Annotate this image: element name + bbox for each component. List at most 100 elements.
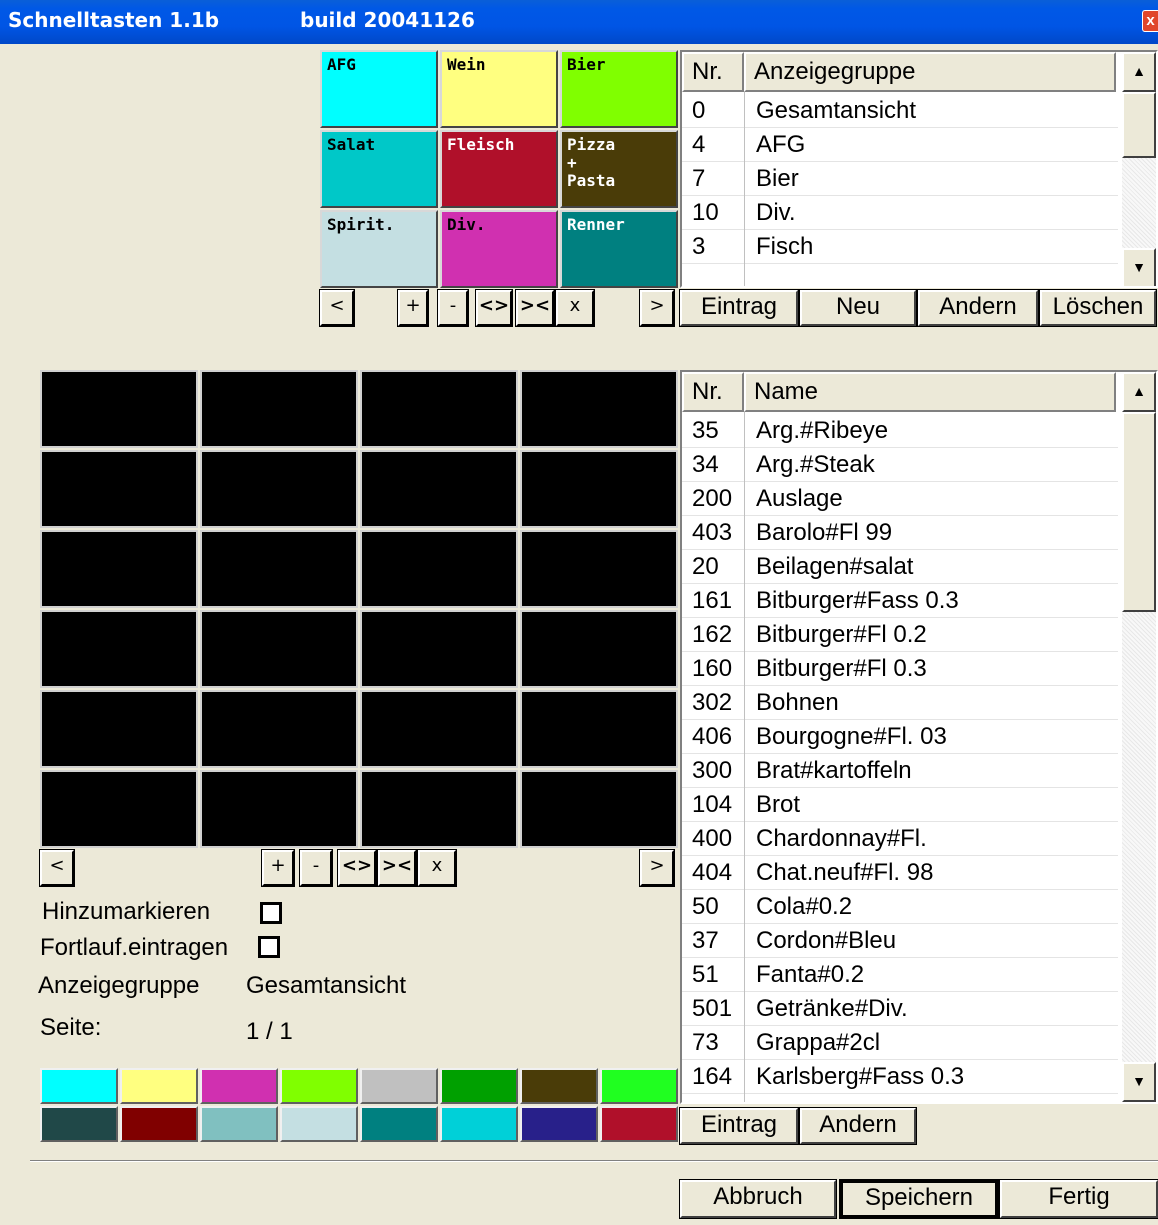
color-swatch[interactable] bbox=[120, 1068, 198, 1104]
group-entry-button[interactable]: Eintrag bbox=[679, 289, 799, 327]
item-edit-button[interactable]: Andern bbox=[799, 1107, 917, 1145]
list-item[interactable]: 302 Bohnen bbox=[682, 686, 1118, 720]
group-widen-button[interactable]: <> bbox=[475, 289, 513, 327]
group-button[interactable]: Renner bbox=[560, 210, 678, 288]
quick-key-cell[interactable] bbox=[360, 690, 518, 768]
group-prev-button[interactable]: < bbox=[319, 289, 355, 327]
scroll-down-icon[interactable]: ▼ bbox=[1122, 1062, 1156, 1102]
list-item[interactable]: 403 Barolo#Fl 99 bbox=[682, 516, 1118, 550]
quick-key-cell[interactable] bbox=[360, 530, 518, 608]
color-swatch[interactable] bbox=[600, 1106, 678, 1142]
color-swatch[interactable] bbox=[600, 1068, 678, 1104]
group-button[interactable]: Spirit. bbox=[320, 210, 438, 288]
list-item[interactable]: 3 Fisch bbox=[682, 230, 1118, 264]
list-item[interactable]: 50 Cola#0.2 bbox=[682, 890, 1118, 924]
list-item[interactable]: 164 Karlsberg#Fass 0.3 bbox=[682, 1060, 1118, 1094]
save-button[interactable]: Speichern bbox=[839, 1179, 999, 1219]
quick-key-cell[interactable] bbox=[520, 370, 678, 448]
quick-key-cell[interactable] bbox=[520, 690, 678, 768]
group-button[interactable]: AFG bbox=[320, 50, 438, 128]
list-item[interactable]: 404 Chat.neuf#Fl. 98 bbox=[682, 856, 1118, 890]
group-add-button[interactable]: + bbox=[397, 289, 429, 327]
group-button[interactable]: Bier bbox=[560, 50, 678, 128]
list-item[interactable]: 7 Bier bbox=[682, 162, 1118, 196]
cancel-button[interactable]: Abbruch bbox=[679, 1179, 837, 1219]
list-item[interactable]: 406 Bourgogne#Fl. 03 bbox=[682, 720, 1118, 754]
scroll-down-icon[interactable]: ▼ bbox=[1122, 248, 1156, 286]
quick-key-cell[interactable] bbox=[200, 690, 358, 768]
list-item[interactable]: 160 Bitburger#Fl 0.3 bbox=[682, 652, 1118, 686]
grid-delete-button[interactable]: x bbox=[417, 849, 457, 887]
close-button[interactable]: x bbox=[1142, 10, 1158, 32]
group-remove-button[interactable]: - bbox=[437, 289, 469, 327]
list-item[interactable]: 37 Cordon#Bleu bbox=[682, 924, 1118, 958]
color-swatch[interactable] bbox=[520, 1068, 598, 1104]
item-list[interactable]: Nr. Name 35 Arg.#Ribeye 34 Arg.#Steak 200 Aus… bbox=[680, 370, 1158, 1104]
group-list[interactable]: Nr. Anzeigegruppe 0 Gesamtansicht 4 AFG 7 Bie… bbox=[680, 50, 1158, 288]
continuous-checkbox[interactable] bbox=[258, 936, 280, 958]
group-list-scrollbar[interactable]: ▲ ▼ bbox=[1122, 52, 1156, 286]
group-button[interactable]: Salat bbox=[320, 130, 438, 208]
quick-key-cell[interactable] bbox=[200, 530, 358, 608]
list-item[interactable]: 400 Chardonnay#Fl. bbox=[682, 822, 1118, 856]
color-swatch[interactable] bbox=[120, 1106, 198, 1142]
mark-checkbox[interactable] bbox=[260, 902, 282, 924]
list-item[interactable]: 51 Fanta#0.2 bbox=[682, 958, 1118, 992]
list-item[interactable]: 34 Arg.#Steak bbox=[682, 448, 1118, 482]
quick-key-cell[interactable] bbox=[360, 770, 518, 848]
quick-key-cell[interactable] bbox=[200, 370, 358, 448]
scroll-thumb[interactable] bbox=[1122, 412, 1156, 612]
quick-key-cell[interactable] bbox=[520, 610, 678, 688]
color-swatch[interactable] bbox=[280, 1106, 358, 1142]
quick-key-cell[interactable] bbox=[40, 690, 198, 768]
group-delete-button[interactable]: x bbox=[555, 289, 595, 327]
group-list-header-nr[interactable]: Nr. bbox=[682, 52, 744, 92]
color-swatch[interactable] bbox=[440, 1068, 518, 1104]
item-list-header-nr[interactable]: Nr. bbox=[682, 372, 744, 412]
quick-key-cell[interactable] bbox=[40, 530, 198, 608]
item-list-scrollbar[interactable]: ▲ ▼ bbox=[1122, 372, 1156, 1102]
quick-key-cell[interactable] bbox=[520, 450, 678, 528]
list-item[interactable]: 20 Beilagen#salat bbox=[682, 550, 1118, 584]
list-item[interactable]: 4 AFG bbox=[682, 128, 1118, 162]
group-next-button[interactable]: > bbox=[639, 289, 675, 327]
list-item[interactable]: 104 Brot bbox=[682, 788, 1118, 822]
color-swatch[interactable] bbox=[440, 1106, 518, 1142]
color-swatch[interactable] bbox=[520, 1106, 598, 1142]
quick-key-cell[interactable] bbox=[200, 610, 358, 688]
grid-narrow-button[interactable]: >< bbox=[377, 849, 417, 887]
quick-key-cell[interactable] bbox=[200, 450, 358, 528]
grid-add-button[interactable]: + bbox=[261, 849, 295, 887]
quick-key-cell[interactable] bbox=[40, 610, 198, 688]
grid-widen-button[interactable]: <> bbox=[337, 849, 377, 887]
quick-key-cell[interactable] bbox=[360, 370, 518, 448]
grid-remove-button[interactable]: - bbox=[299, 849, 333, 887]
quick-key-cell[interactable] bbox=[520, 770, 678, 848]
grid-prev-button[interactable]: < bbox=[39, 849, 75, 887]
list-item[interactable]: 0 Gesamtansicht bbox=[682, 94, 1118, 128]
quick-key-cell[interactable] bbox=[40, 770, 198, 848]
grid-next-button[interactable]: > bbox=[639, 849, 675, 887]
color-swatch[interactable] bbox=[200, 1106, 278, 1142]
group-list-header-name[interactable]: Anzeigegruppe bbox=[744, 52, 1116, 92]
item-list-header-name[interactable]: Name bbox=[744, 372, 1116, 412]
quick-key-cell[interactable] bbox=[360, 450, 518, 528]
scroll-up-icon[interactable]: ▲ bbox=[1122, 372, 1156, 412]
item-entry-button[interactable]: Eintrag bbox=[679, 1107, 799, 1145]
color-swatch[interactable] bbox=[40, 1106, 118, 1142]
group-button[interactable]: Pizza + Pasta bbox=[560, 130, 678, 208]
list-item[interactable]: 161 Bitburger#Fass 0.3 bbox=[682, 584, 1118, 618]
scroll-up-icon[interactable]: ▲ bbox=[1122, 52, 1156, 92]
quick-key-cell[interactable] bbox=[40, 370, 198, 448]
group-button[interactable]: Div. bbox=[440, 210, 558, 288]
quick-key-cell[interactable] bbox=[200, 770, 358, 848]
list-item[interactable]: 501 Getränke#Div. bbox=[682, 992, 1118, 1026]
list-item[interactable]: 35 Arg.#Ribeye bbox=[682, 414, 1118, 448]
group-narrow-button[interactable]: >< bbox=[515, 289, 555, 327]
scroll-thumb[interactable] bbox=[1122, 92, 1156, 158]
list-item[interactable]: 200 Auslage bbox=[682, 482, 1118, 516]
list-item[interactable]: 10 Div. bbox=[682, 196, 1118, 230]
color-swatch[interactable] bbox=[360, 1068, 438, 1104]
color-swatch[interactable] bbox=[360, 1106, 438, 1142]
group-new-button[interactable]: Neu bbox=[799, 289, 917, 327]
